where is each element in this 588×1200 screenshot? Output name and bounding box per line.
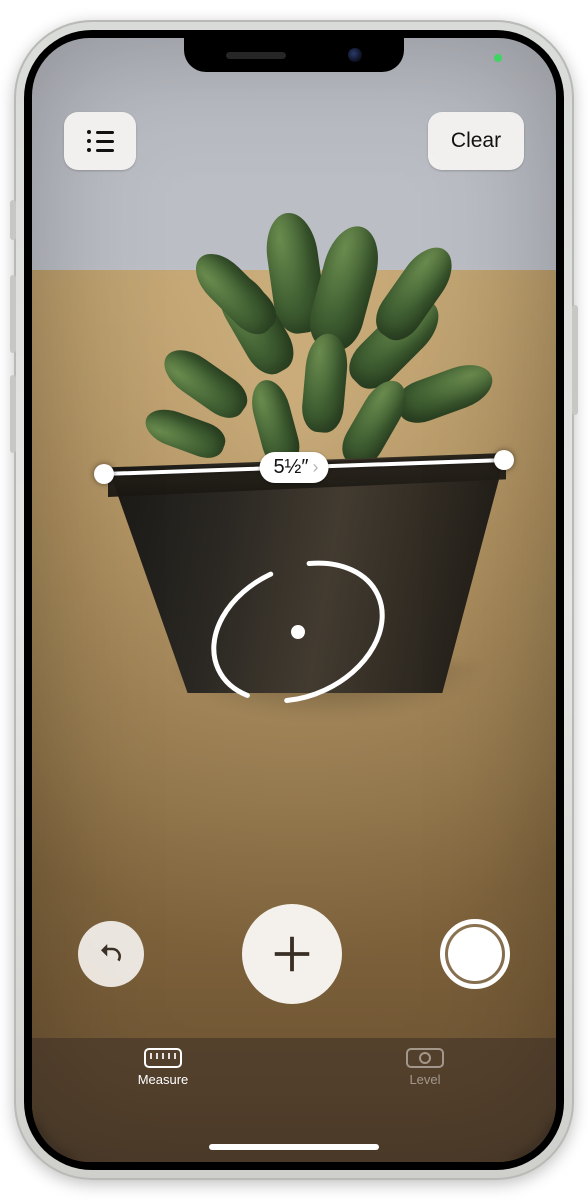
- plus-icon: [269, 931, 315, 977]
- device-frame: Clear 5½″ ›: [14, 20, 574, 1180]
- measurement-endpoint-right[interactable]: [494, 450, 514, 470]
- shutter-button[interactable]: [440, 919, 510, 989]
- add-point-button[interactable]: [242, 904, 342, 1004]
- volume-up-button: [10, 275, 16, 353]
- tab-measure-label: Measure: [138, 1072, 189, 1087]
- earpiece: [226, 52, 286, 59]
- tab-level-label: Level: [409, 1072, 440, 1087]
- scene-plant: [122, 178, 502, 498]
- ruler-icon: [144, 1048, 182, 1068]
- measurements-list-button[interactable]: [64, 112, 136, 170]
- camera-active-indicator: [494, 54, 502, 62]
- home-indicator[interactable]: [209, 1144, 379, 1150]
- undo-button[interactable]: [78, 921, 144, 987]
- undo-icon: [96, 939, 126, 969]
- side-button: [572, 305, 578, 415]
- chevron-right-icon: ›: [312, 457, 318, 478]
- front-camera: [348, 48, 362, 62]
- shutter-icon: [448, 927, 502, 981]
- screen: Clear 5½″ ›: [32, 38, 556, 1162]
- level-icon: [406, 1048, 444, 1068]
- measurement-endpoint-left[interactable]: [94, 464, 114, 484]
- notch: [184, 38, 404, 72]
- volume-down-button: [10, 375, 16, 453]
- clear-button-label: Clear: [451, 129, 501, 153]
- clear-button[interactable]: Clear: [428, 112, 524, 170]
- mute-switch: [10, 200, 16, 240]
- measurement-value: 5½″: [274, 456, 309, 479]
- measurement-label[interactable]: 5½″ ›: [260, 452, 329, 483]
- ar-target-reticle: [198, 554, 398, 710]
- list-icon: [87, 130, 114, 152]
